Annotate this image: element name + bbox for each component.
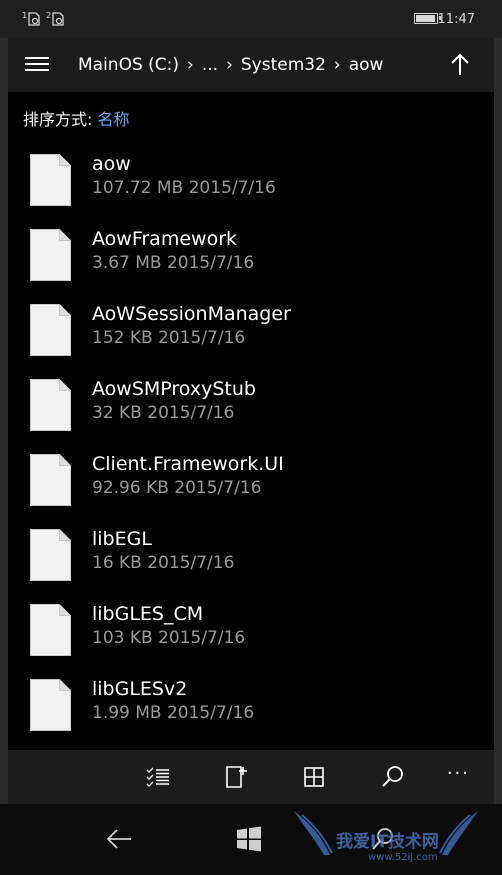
search-icon[interactable] <box>379 763 407 791</box>
breadcrumb-system32[interactable]: System32 <box>241 55 326 75</box>
sim-card-icon <box>28 12 40 26</box>
new-file-icon[interactable] <box>222 763 250 791</box>
watermark-url: www.52ij.com <box>368 852 438 863</box>
file-details: 1.99 MB 2015/7/16 <box>92 703 255 723</box>
list-item[interactable]: libEGL 16 KB 2015/7/16 <box>8 521 494 591</box>
sim2-indicator: 2 <box>46 10 65 26</box>
phone-frame: 1 2 11:47 MainOS (C:) ›... › System32 › aow 排… <box>0 0 502 875</box>
sim1-indicator: 1 <box>22 10 41 26</box>
select-list-icon[interactable] <box>144 763 172 791</box>
title-bar: MainOS (C:) ›... › System32 › aow <box>8 38 494 92</box>
back-arrow-icon[interactable] <box>104 824 134 854</box>
watermark-logo: 我爱IT技术网 www.52ij.com <box>288 809 484 871</box>
list-item[interactable]: aow 107.72 MB 2015/7/16 <box>8 146 494 216</box>
watermark-text: 我爱IT技术网 <box>336 832 439 852</box>
hamburger-menu-icon[interactable] <box>25 56 49 74</box>
file-icon <box>30 679 71 731</box>
file-name: libGLES_CM <box>92 603 204 625</box>
list-item[interactable]: AowSMProxyStub 32 KB 2015/7/16 <box>8 371 494 441</box>
file-name: libGLESv2 <box>92 678 188 700</box>
list-item[interactable]: libGLESv2 1.99 MB 2015/7/16 <box>8 671 494 741</box>
list-item[interactable]: AoWSessionManager 152 KB 2015/7/16 <box>8 296 494 366</box>
file-details: 16 KB 2015/7/16 <box>92 553 235 573</box>
file-icon <box>30 454 71 506</box>
up-arrow-icon[interactable] <box>446 51 474 79</box>
sort-row: 排序方式: 名称 <box>23 106 130 130</box>
file-icon <box>30 604 71 656</box>
windows-start-icon[interactable] <box>234 824 264 854</box>
more-options-icon[interactable]: ··· <box>447 763 470 784</box>
file-icon <box>30 154 71 206</box>
sort-label: 排序方式: <box>23 110 93 129</box>
sort-by-name-button[interactable]: 名称 <box>98 110 130 129</box>
file-details: 107.72 MB 2015/7/16 <box>92 178 276 198</box>
breadcrumb-current-folder[interactable]: aow <box>349 55 384 75</box>
file-details: 3.67 MB 2015/7/16 <box>92 253 255 273</box>
file-name: AoWSessionManager <box>92 303 291 325</box>
file-name: AowSMProxyStub <box>92 378 256 400</box>
clock: 11:47 <box>437 12 475 27</box>
status-bar: 1 2 11:47 <box>0 0 502 38</box>
file-icon <box>30 529 71 581</box>
list-item[interactable]: libGLES_CM 103 KB 2015/7/16 <box>8 596 494 666</box>
chevron-right-icon: › <box>333 55 341 75</box>
navigation-bar: 我爱IT技术网 www.52ij.com <box>0 804 502 875</box>
file-name: libEGL <box>92 528 152 550</box>
file-details: 32 KB 2015/7/16 <box>92 403 235 423</box>
grid-view-icon[interactable] <box>300 763 328 791</box>
file-icon <box>30 229 71 281</box>
breadcrumb-ellipsis[interactable]: ... <box>202 55 218 75</box>
file-icon <box>30 304 71 356</box>
file-details: 152 KB 2015/7/16 <box>92 328 246 348</box>
file-details: 92.96 KB 2015/7/16 <box>92 478 262 498</box>
sim-card-icon <box>52 12 64 26</box>
list-item[interactable]: Client.Framework.UI 92.96 KB 2015/7/16 <box>8 446 494 516</box>
file-name: Client.Framework.UI <box>92 453 284 475</box>
battery-icon <box>414 13 441 24</box>
file-explorer-app: MainOS (C:) ›... › System32 › aow 排序方式: 名称 ao… <box>8 38 494 804</box>
list-item[interactable]: AowFramework 3.67 MB 2015/7/16 <box>8 221 494 291</box>
file-name: AowFramework <box>92 228 238 250</box>
file-details: 103 KB 2015/7/16 <box>92 628 246 648</box>
file-name: aow <box>92 153 131 175</box>
app-command-bar: ··· <box>8 750 494 804</box>
chevron-right-icon: › <box>187 55 194 75</box>
breadcrumb-drive[interactable]: MainOS (C:) <box>78 55 179 75</box>
chevron-right-icon: › <box>226 55 233 75</box>
file-icon <box>30 379 71 431</box>
breadcrumb: MainOS (C:) ›... › System32 › aow <box>78 55 383 75</box>
